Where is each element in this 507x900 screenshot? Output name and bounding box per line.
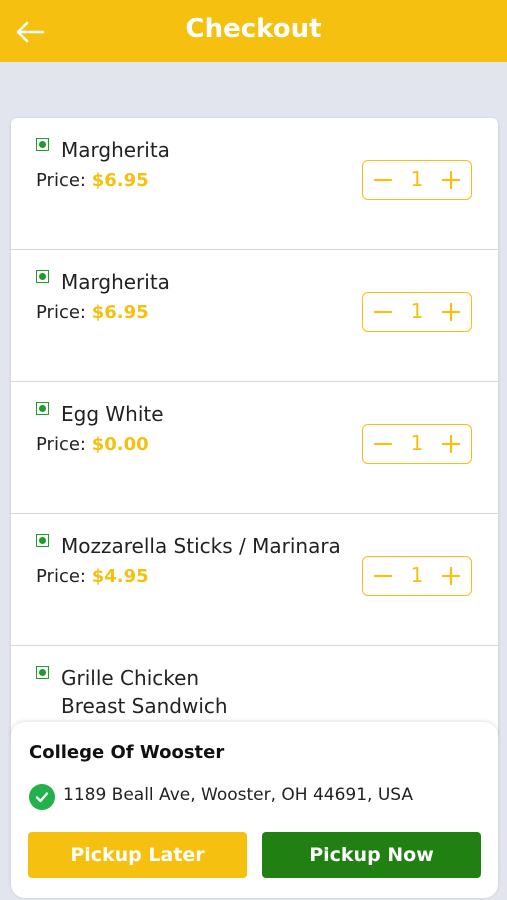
minus-icon (373, 310, 393, 313)
page-title: Checkout (185, 14, 322, 44)
item-name: Egg White (61, 402, 164, 426)
check-circle-icon (29, 784, 55, 810)
header-bar: Checkout (0, 0, 507, 62)
decrement-button[interactable] (365, 293, 401, 330)
price-row: Price: $6.95 (36, 170, 149, 191)
price-value: $6.95 (91, 170, 149, 191)
quantity-stepper: 1 (362, 160, 472, 200)
decrement-button[interactable] (365, 161, 401, 198)
veg-indicator-icon (36, 534, 49, 547)
decrement-button[interactable] (365, 557, 401, 594)
increment-button[interactable] (433, 161, 469, 198)
veg-indicator-icon (36, 270, 49, 283)
veg-indicator-icon (36, 138, 49, 151)
plus-icon (441, 566, 461, 585)
price-label: Price: (36, 566, 86, 587)
price-row: Price: $4.95 (36, 566, 149, 587)
price-row: Price: $6.95 (36, 302, 149, 323)
cart-item: Margherita Price: $6.95 1 (11, 118, 498, 250)
quantity-value: 1 (410, 431, 424, 455)
quantity-value: 1 (410, 563, 424, 587)
pickup-panel: College Of Wooster 1189 Beall Ave, Woost… (11, 722, 498, 898)
veg-indicator-icon (36, 666, 49, 679)
quantity-value: 1 (410, 299, 424, 323)
cart-item: Mozzarella Sticks / Marinara Price: $4.9… (11, 514, 498, 646)
quantity-stepper: 1 (362, 556, 472, 596)
price-value: $6.95 (91, 302, 149, 323)
price-label: Price: (36, 302, 86, 323)
price-row: Price: $0.00 (36, 434, 149, 455)
increment-button[interactable] (433, 557, 469, 594)
item-name: Margherita (61, 138, 170, 162)
pickup-now-button[interactable]: Pickup Now (262, 832, 481, 878)
pickup-later-button[interactable]: Pickup Later (28, 832, 247, 878)
quantity-stepper: 1 (362, 292, 472, 332)
price-label: Price: (36, 434, 86, 455)
price-value: $0.00 (91, 434, 149, 455)
price-label: Price: (36, 170, 86, 191)
price-value: $4.95 (91, 566, 149, 587)
cart-item: Margherita Price: $6.95 1 (11, 250, 498, 382)
minus-icon (373, 574, 393, 577)
item-name: Grille Chicken Breast Sandwich (61, 666, 228, 718)
quantity-stepper: 1 (362, 424, 472, 464)
cart-list: Margherita Price: $6.95 1 Margherita Pri… (11, 118, 498, 738)
veg-indicator-icon (36, 402, 49, 415)
item-name: Margherita (61, 270, 170, 294)
plus-icon (441, 170, 461, 189)
cart-item: Egg White Price: $0.00 1 (11, 382, 498, 514)
plus-icon (441, 434, 461, 453)
location-address: 1189 Beall Ave, Wooster, OH 44691, USA (63, 785, 414, 805)
quantity-value: 1 (410, 167, 424, 191)
decrement-button[interactable] (365, 425, 401, 462)
location-name: College Of Wooster (29, 742, 225, 763)
item-name: Mozzarella Sticks / Marinara (61, 534, 341, 558)
increment-button[interactable] (433, 293, 469, 330)
minus-icon (373, 178, 393, 181)
minus-icon (373, 442, 393, 445)
increment-button[interactable] (433, 425, 469, 462)
plus-icon (441, 302, 461, 321)
